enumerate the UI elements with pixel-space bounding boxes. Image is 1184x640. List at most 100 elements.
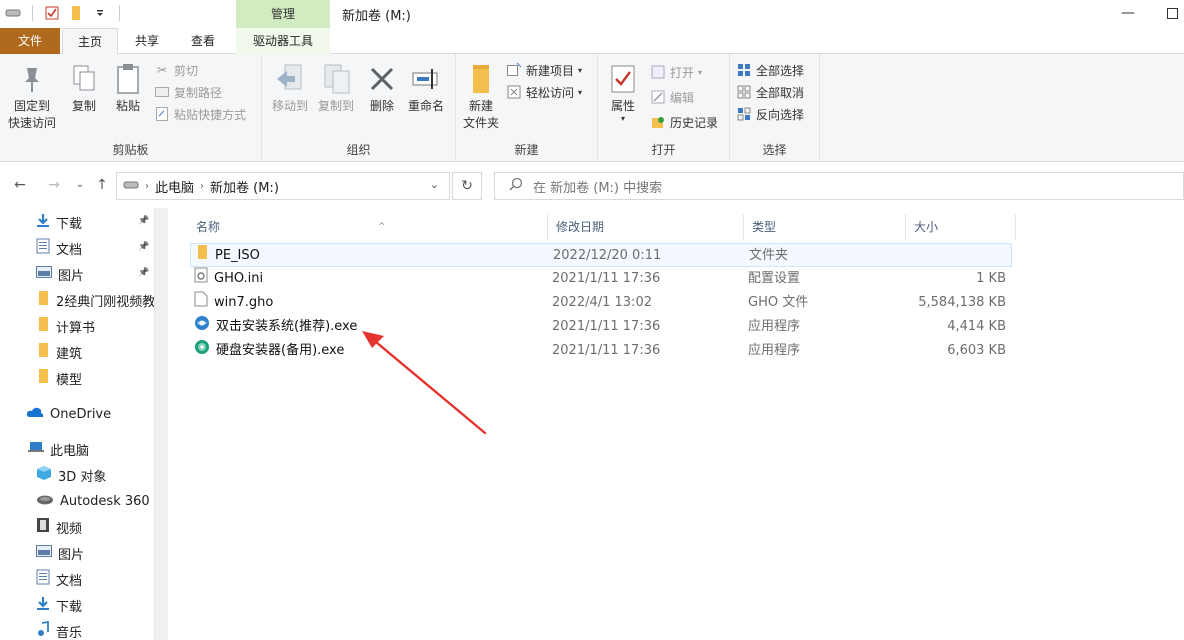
nav-item-pc[interactable]: Autodesk 360 — [36, 489, 150, 513]
tab-file[interactable]: 文件 — [0, 28, 60, 54]
search-input[interactable]: 在 新加卷 (M:) 中搜索 — [494, 172, 1184, 200]
new-folder-icon[interactable] — [67, 4, 85, 22]
column-header-date[interactable]: 修改日期 — [548, 214, 744, 240]
recent-locations-button[interactable]: ⌄ — [70, 176, 90, 194]
nav-item-quick[interactable]: 下载 — [36, 210, 82, 234]
history-icon — [650, 114, 666, 130]
tab-share[interactable]: 共享 — [122, 28, 172, 54]
drive-icon — [123, 179, 139, 194]
properties-button[interactable]: 属性 ▾ — [598, 60, 648, 123]
nav-item-pc[interactable]: 3D 对象 — [36, 463, 106, 487]
open-label: 打开 — [670, 65, 695, 80]
file-row[interactable]: 硬盘安装器(备用).exe 2021/1/11 17:36 应用程序 6,603 KB — [190, 339, 1012, 363]
breadcrumb-current-drive[interactable]: 新加卷 (M:) — [210, 177, 279, 196]
move-to-button[interactable]: 移动到 — [264, 60, 316, 115]
move-to-label: 移动到 — [271, 99, 308, 113]
rename-button[interactable]: 重命名 — [400, 60, 452, 115]
file-row[interactable]: PE_ISO 2022/12/20 0:11 文件夹 — [190, 243, 1012, 267]
properties-check-icon[interactable] — [43, 4, 61, 22]
nav-item-quick[interactable]: 文档 — [36, 236, 82, 260]
new-item-button[interactable]: 新建项目 ▾ — [506, 60, 582, 80]
nav-item-quick[interactable]: 2经典门刚视频教 — [36, 288, 155, 312]
file-type: 应用程序 — [748, 343, 801, 358]
open-group-label: 打开 — [651, 143, 676, 157]
copy-path-icon — [154, 84, 170, 100]
column-header-type[interactable]: 类型 — [744, 214, 906, 240]
file-size: 4,414 KB — [947, 319, 1006, 334]
copy-path-button[interactable]: 复制路径 — [154, 82, 222, 102]
nav-item-pc[interactable]: 图片 — [36, 541, 84, 565]
pin-icon[interactable]: 📌 — [138, 242, 149, 252]
paste-shortcut-button[interactable]: 粘贴快捷方式 — [154, 104, 246, 124]
pin-to-quick-access-button[interactable]: 固定到 快速访问 — [6, 60, 58, 132]
select-all-label: 全部选择 — [756, 63, 805, 78]
nav-item-quick[interactable]: 计算书 — [36, 314, 95, 338]
file-row[interactable]: GHO.ini 2021/1/11 17:36 配置设置 1 KB — [190, 267, 1012, 291]
file-name: 双击安装系统(推荐).exe — [216, 319, 358, 334]
nav-item-onedrive[interactable]: OneDrive — [26, 402, 111, 426]
nav-item-pc[interactable]: 视频 — [36, 515, 82, 539]
file-name: 硬盘安装器(备用).exe — [216, 343, 345, 358]
tab-drive-tools[interactable]: 驱动器工具 — [236, 28, 330, 54]
nav-item-pc[interactable]: 音乐 — [36, 619, 82, 640]
paste-button[interactable]: 粘贴 — [102, 60, 154, 115]
edit-button[interactable]: 编辑 — [650, 87, 694, 107]
file-row[interactable]: 双击安装系统(推荐).exe 2021/1/11 17:36 应用程序 4,414 K… — [190, 315, 1012, 339]
picture-icon — [36, 545, 52, 561]
nav-item-pc[interactable]: 文档 — [36, 567, 82, 591]
nav-item-quick[interactable]: 图片 — [36, 262, 84, 286]
nav-item-this-pc[interactable]: 此电脑 — [28, 437, 89, 461]
refresh-button[interactable]: ↻ — [452, 172, 482, 200]
address-bar[interactable]: › 此电脑 › 新加卷 (M:) ⌄ — [116, 172, 450, 200]
select-all-button[interactable]: 全部选择 — [736, 60, 804, 80]
select-none-button[interactable]: 全部取消 — [736, 82, 804, 102]
easy-access-button[interactable]: 轻松访问 ▾ — [506, 82, 582, 102]
file-row[interactable]: win7.gho 2022/4/1 13:02 GHO 文件 5,584,138 KB — [190, 291, 1012, 315]
address-row: ← → ⌄ ↑ › 此电脑 › 新加卷 (M:) ⌄ ↻ 在 新加卷 (M:) … — [0, 162, 1184, 208]
paste-clipboard-icon — [102, 60, 154, 98]
navigation-pane-scrollbar[interactable] — [154, 208, 168, 640]
minimize-button[interactable]: — — [1106, 2, 1150, 24]
chevron-down-icon[interactable]: ⌄ — [430, 178, 439, 191]
file-name: GHO.ini — [214, 271, 264, 286]
open-button[interactable]: 打开 ▾ — [650, 62, 702, 82]
up-button[interactable]: ↑ — [92, 176, 112, 194]
nav-item-quick[interactable]: 模型 — [36, 366, 82, 390]
file-type: GHO 文件 — [748, 295, 809, 310]
picture-icon — [36, 266, 52, 282]
pin-icon[interactable]: 📌 — [138, 216, 149, 226]
tab-home[interactable]: 主页 — [62, 28, 118, 54]
column-header-label: 类型 — [752, 220, 777, 234]
nav-item-pc[interactable]: 下载 — [36, 593, 82, 617]
forward-button[interactable]: → — [44, 176, 64, 194]
file-name: win7.gho — [214, 295, 274, 310]
history-button[interactable]: 历史记录 — [650, 112, 718, 132]
move-to-icon — [264, 60, 316, 98]
new-folder-icon — [456, 60, 506, 98]
pin-label-line1: 固定到 — [13, 99, 50, 113]
new-group: 新建 文件夹 新建项目 ▾ 轻松访问 ▾ 新建 — [456, 54, 598, 162]
cut-button[interactable]: ✂ 剪切 — [154, 60, 198, 80]
maximize-icon — [1166, 7, 1178, 19]
file-name: PE_ISO — [215, 248, 260, 263]
settings-file-icon — [194, 267, 208, 292]
select-group-label: 选择 — [762, 143, 787, 157]
column-header-name[interactable]: 名称 ^ — [188, 214, 548, 240]
file-type: 文件夹 — [749, 248, 789, 263]
invert-selection-button[interactable]: 反向选择 — [736, 104, 804, 124]
nav-item-label: 下载 — [56, 216, 83, 232]
tab-view[interactable]: 查看 — [178, 28, 228, 54]
new-folder-button[interactable]: 新建 文件夹 — [456, 60, 506, 132]
file-name-cell: PE_ISO — [195, 244, 260, 268]
column-header-size[interactable]: 大小 — [906, 214, 1016, 240]
copy-to-button[interactable]: 复制到 — [310, 60, 362, 115]
pin-icon[interactable]: 📌 — [138, 268, 149, 278]
download-arrow-icon — [36, 596, 50, 614]
context-tab-manage[interactable]: 管理 — [236, 0, 330, 28]
back-button[interactable]: ← — [10, 176, 30, 194]
breadcrumb-this-pc[interactable]: 此电脑 — [155, 177, 194, 196]
customize-dropdown-icon[interactable] — [91, 4, 109, 22]
file-size: 6,603 KB — [947, 343, 1006, 358]
maximize-button[interactable] — [1150, 2, 1184, 24]
nav-item-quick[interactable]: 建筑 — [36, 340, 82, 364]
